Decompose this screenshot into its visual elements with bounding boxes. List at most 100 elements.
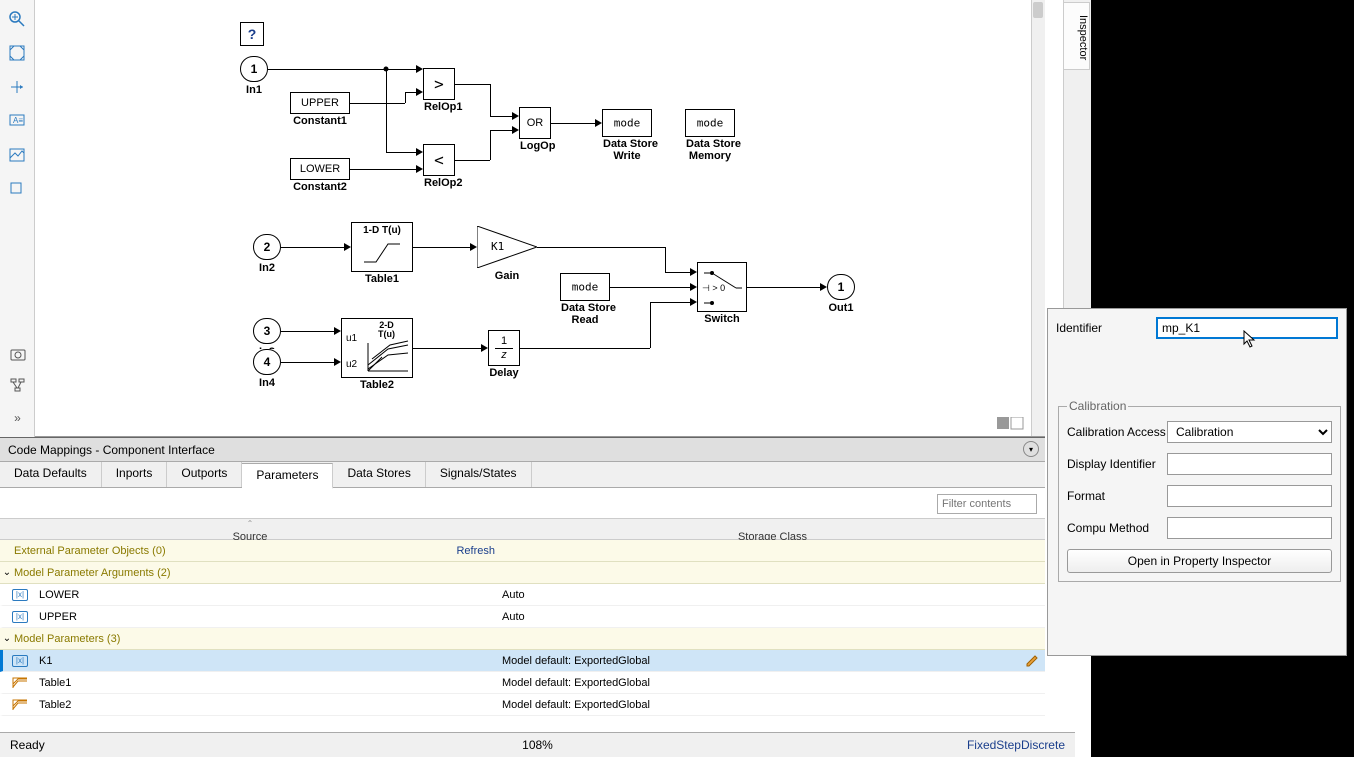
- help-block[interactable]: ?: [240, 22, 264, 46]
- tab-inports[interactable]: Inports: [102, 462, 168, 487]
- code-mappings-panel: Code Mappings - Component Interface ▾ Da…: [0, 437, 1045, 732]
- constant1-label: Constant1: [291, 115, 349, 127]
- model-canvas[interactable]: ? 1In1 UPPERConstant1 LOWERConstant2 >Re…: [35, 0, 1045, 437]
- delay-block[interactable]: 1 z Delay: [488, 330, 520, 366]
- inport-in4[interactable]: 4In4: [253, 349, 281, 375]
- table-row[interactable]: Table1Model default: ExportedGlobal: [0, 672, 1045, 694]
- inport-in2[interactable]: 2In2: [253, 234, 281, 260]
- inspector-tab[interactable]: Inspector: [1064, 2, 1090, 70]
- table-row[interactable]: Table2Model default: ExportedGlobal: [0, 694, 1045, 716]
- switch-block[interactable]: ⊣ > 0 Switch: [697, 262, 747, 312]
- table-icon: [3, 676, 37, 689]
- tab-data-stores[interactable]: Data Stores: [333, 462, 425, 487]
- table1-block[interactable]: 1-D T(u) Table1: [351, 222, 413, 272]
- inport-in3[interactable]: 3In3: [253, 318, 281, 344]
- panel-title-bar: Code Mappings - Component Interface ▾: [0, 438, 1045, 462]
- calib-access-select[interactable]: Calibration: [1167, 421, 1332, 443]
- compu-label: Compu Method: [1067, 521, 1167, 535]
- table-header: ⌃Source Storage Class: [0, 518, 1045, 540]
- delay-label: Delay: [489, 367, 519, 379]
- display-id-input[interactable]: [1167, 453, 1332, 475]
- tab-signals-states[interactable]: Signals/States: [426, 462, 532, 487]
- col-source[interactable]: ⌃Source: [0, 519, 500, 539]
- filter-input[interactable]: [937, 494, 1037, 514]
- relop2-block[interactable]: <RelOp2: [423, 144, 455, 176]
- in1-label: In1: [240, 84, 268, 96]
- chevron-down-icon[interactable]: ⌄: [0, 633, 14, 644]
- canvas-scrollbar[interactable]: [1031, 0, 1045, 436]
- panel-menu-icon[interactable]: ▾: [1023, 441, 1039, 457]
- in2-label: In2: [253, 262, 281, 274]
- col-storage[interactable]: Storage Class: [500, 519, 1045, 539]
- compu-input[interactable]: [1167, 517, 1332, 539]
- datastorewrite-block[interactable]: modeData Store Write: [602, 109, 652, 137]
- datastoreread-block[interactable]: modeData Store Read: [560, 273, 610, 301]
- status-zoom: 108%: [522, 738, 553, 752]
- box-icon[interactable]: [6, 178, 28, 200]
- logop-label: LogOp: [520, 140, 550, 152]
- svg-text:A≡: A≡: [13, 116, 23, 125]
- panel-tabs: Data DefaultsInportsOutportsParametersDa…: [0, 462, 1045, 488]
- logop-block[interactable]: ORLogOp: [519, 107, 551, 139]
- tree-icon[interactable]: [7, 375, 29, 397]
- table-icon: [3, 698, 37, 711]
- left-toolbar: A≡ »: [0, 0, 35, 437]
- panel-title: Code Mappings - Component Interface: [8, 443, 215, 457]
- identifier-label: Identifier: [1056, 321, 1156, 335]
- property-panel: Identifier Calibration Calibration Acces…: [1047, 308, 1347, 656]
- pencil-icon[interactable]: [1025, 654, 1039, 668]
- chevron-down-icon[interactable]: ⌄: [0, 567, 14, 578]
- group-header[interactable]: External Parameter Objects (0)Refresh: [0, 540, 1045, 562]
- format-label: Format: [1067, 489, 1167, 503]
- overview-icon[interactable]: [997, 417, 1027, 431]
- gain-label: Gain: [477, 270, 537, 282]
- table1-label: Table1: [352, 273, 412, 285]
- group-header[interactable]: ⌄Model Parameters (3): [0, 628, 1045, 650]
- in4-label: In4: [253, 377, 281, 389]
- table-row[interactable]: |x|K1Model default: ExportedGlobal: [0, 650, 1045, 672]
- dsr-label: Data Store Read: [561, 302, 609, 326]
- table-row[interactable]: |x|UPPERAuto: [0, 606, 1045, 628]
- expand-icon[interactable]: »: [7, 407, 29, 429]
- image-icon[interactable]: [6, 144, 28, 166]
- camera-icon[interactable]: [7, 343, 29, 365]
- calibration-fieldset: Calibration Calibration Access Calibrati…: [1058, 399, 1341, 582]
- calib-access-label: Calibration Access: [1067, 425, 1167, 439]
- relop1-block[interactable]: >RelOp1: [423, 68, 455, 100]
- group-header[interactable]: ⌄Model Parameter Arguments (2): [0, 562, 1045, 584]
- table2-label: Table2: [342, 379, 412, 391]
- outport-out1[interactable]: 1Out1: [827, 274, 855, 300]
- inport-in1[interactable]: 1In1: [240, 56, 268, 82]
- open-inspector-button[interactable]: Open in Property Inspector: [1067, 549, 1332, 573]
- format-input[interactable]: [1167, 485, 1332, 507]
- constant1-block[interactable]: UPPERConstant1: [290, 92, 350, 114]
- constant2-label: Constant2: [291, 181, 349, 193]
- param-icon: |x|: [3, 655, 37, 667]
- datastorememory-block[interactable]: modeData Store Memory: [685, 109, 735, 137]
- zoom-in-icon[interactable]: [6, 8, 28, 30]
- relop2-label: RelOp2: [424, 177, 454, 189]
- param-icon: |x|: [3, 611, 37, 623]
- right-tabstrip: Inspector: [1063, 0, 1091, 312]
- annotation-icon[interactable]: A≡: [6, 110, 28, 132]
- cursor-icon: [1243, 330, 1257, 348]
- switch-label: Switch: [698, 313, 746, 325]
- status-solver[interactable]: FixedStepDiscrete: [967, 738, 1065, 752]
- constant2-block[interactable]: LOWERConstant2: [290, 158, 350, 180]
- tab-outports[interactable]: Outports: [167, 462, 242, 487]
- tab-parameters[interactable]: Parameters: [242, 463, 333, 489]
- status-bar: Ready 108% FixedStepDiscrete: [0, 732, 1075, 757]
- fit-icon[interactable]: [6, 42, 28, 64]
- display-id-label: Display Identifier: [1067, 457, 1167, 471]
- refresh-link[interactable]: Refresh: [456, 545, 1045, 557]
- status-ready: Ready: [10, 738, 45, 752]
- relop1-label: RelOp1: [424, 101, 454, 113]
- out1-label: Out1: [827, 302, 855, 314]
- dsw-label: Data Store Write: [603, 138, 651, 162]
- gain-block[interactable]: K1 Gain: [477, 226, 537, 268]
- tab-data-defaults[interactable]: Data Defaults: [0, 462, 102, 487]
- table2-block[interactable]: 2-D T(u) u1 u2 Table2: [341, 318, 413, 378]
- param-icon: |x|: [3, 589, 37, 601]
- compass-icon[interactable]: [6, 76, 28, 98]
- table-row[interactable]: |x|LOWERAuto: [0, 584, 1045, 606]
